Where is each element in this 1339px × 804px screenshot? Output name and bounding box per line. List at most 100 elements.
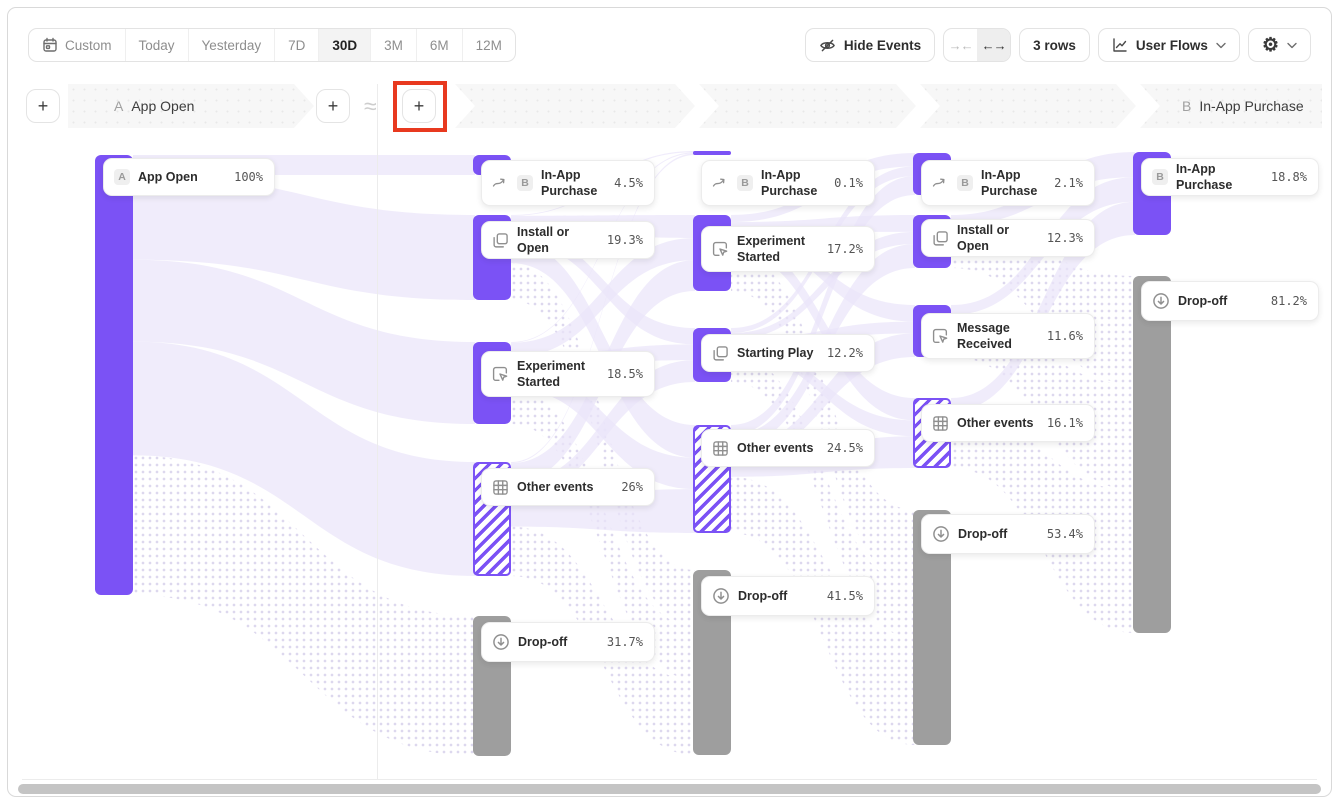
flow-node-message-received[interactable]: Message Received11.6% (921, 313, 1095, 359)
date-range-custom[interactable]: Custom (29, 29, 125, 61)
node-label: Other events (737, 440, 819, 456)
copy-icon (492, 232, 509, 249)
toolbar: CustomTodayYesterday7D30D3M6M12M Hide Ev… (28, 28, 1311, 62)
rows-button[interactable]: 3 rows (1019, 28, 1090, 62)
date-range-selector: CustomTodayYesterday7D30D3M6M12M (28, 28, 516, 62)
date-range-today[interactable]: Today (125, 29, 188, 61)
step-label: App Open (131, 98, 194, 114)
grid-icon (492, 479, 509, 496)
node-percentage: 17.2% (827, 242, 863, 256)
trend-icon (712, 175, 729, 191)
node-percentage: 81.2% (1271, 294, 1307, 308)
dropoff-icon (1152, 292, 1170, 310)
settings-button[interactable]: ⚙ (1248, 28, 1311, 62)
node-label: Experiment Started (517, 358, 599, 391)
chevron-down-icon (1287, 42, 1297, 49)
flows-chart-icon (1112, 37, 1128, 53)
step-band-end: B In-App Purchase (1140, 84, 1322, 128)
hide-events-label: Hide Events (844, 38, 921, 53)
user-flows-panel: CustomTodayYesterday7D30D3M6M12M Hide Ev… (7, 7, 1332, 797)
flow-node-drop-off[interactable]: Drop-off 41.5% (701, 576, 875, 616)
add-step-after-start-button[interactable]: + (316, 89, 350, 123)
step-badge: A (114, 98, 123, 114)
flow-node-experiment-started[interactable]: Experiment Started 17.2% (701, 226, 875, 272)
node-percentage: 4.5% (614, 176, 643, 190)
node-label: Install or Open (517, 224, 599, 257)
node-label: Install or Open (957, 222, 1039, 255)
date-range-7d[interactable]: 7D (274, 29, 318, 61)
step-band-4 (920, 84, 1136, 128)
rows-label: 3 rows (1033, 38, 1076, 53)
step-badge: B (1182, 98, 1191, 114)
date-range-12m[interactable]: 12M (462, 29, 515, 61)
hide-events-button[interactable]: Hide Events (805, 28, 935, 62)
view-label: User Flows (1136, 38, 1208, 53)
click-icon (492, 366, 509, 383)
node-label: Message Received (957, 320, 1039, 353)
flow-bar-app-open[interactable] (95, 155, 133, 595)
flow-node-drop-off[interactable]: Drop-off 31.7% (481, 622, 655, 662)
eye-off-icon (819, 37, 836, 54)
flow-node-in-app-purchase[interactable]: B In-App Purchase 0.1% (701, 160, 875, 206)
node-label: In-App Purchase (761, 167, 826, 200)
expand-columns-icon[interactable]: ←→ (977, 29, 1010, 61)
section-divider (377, 84, 378, 779)
flow-node-app-open[interactable]: AApp Open100% (103, 158, 275, 196)
flow-node-other-events[interactable]: Other events26% (481, 468, 655, 506)
flow-bar-in-app-purchase[interactable] (693, 151, 731, 155)
flow-bar-drop-off[interactable] (1133, 276, 1171, 633)
flow-node-starting-play[interactable]: Starting Play12.2% (701, 334, 875, 372)
date-range-yesterday[interactable]: Yesterday (188, 29, 275, 61)
flow-node-in-app-purchase[interactable]: BIn-App Purchase2.1% (921, 160, 1095, 206)
copy-icon (712, 345, 729, 362)
step-band-3 (699, 84, 916, 128)
flow-node-in-app-purchase[interactable]: BIn-App Purchase18.8% (1141, 158, 1319, 196)
node-label: Drop-off (738, 588, 819, 604)
date-range-30d[interactable]: 30D (318, 29, 370, 61)
flow-node-drop-off[interactable]: Drop-off81.2% (1141, 281, 1319, 321)
calendar-icon (42, 37, 58, 53)
step-letter-badge: B (737, 175, 753, 191)
flow-node-in-app-purchase[interactable]: BIn-App Purchase4.5% (481, 160, 655, 206)
date-range-6m[interactable]: 6M (416, 29, 462, 61)
trend-icon (492, 175, 509, 191)
column-width-toggle: →← ←→ (943, 28, 1011, 62)
flow-node-install-or-open[interactable]: Install or Open19.3% (481, 221, 655, 259)
trend-icon (932, 175, 949, 191)
step-letter-badge: B (957, 175, 973, 191)
copy-icon (932, 230, 949, 247)
node-label: Drop-off (518, 634, 599, 650)
date-range-3m[interactable]: 3M (370, 29, 416, 61)
flow-node-other-events[interactable]: Other events24.5% (701, 429, 875, 467)
node-percentage: 26% (621, 480, 643, 494)
node-percentage: 0.1% (834, 176, 863, 190)
grid-icon (712, 440, 729, 457)
node-label: Other events (957, 415, 1039, 431)
flow-node-other-events[interactable]: Other events 16.1% (921, 404, 1095, 442)
node-percentage: 31.7% (607, 635, 643, 649)
add-start-step-button[interactable]: + (26, 89, 60, 123)
horizontal-scrollbar[interactable] (18, 784, 1321, 794)
node-label: Drop-off (958, 526, 1039, 542)
collapse-columns-icon[interactable]: →← (944, 29, 977, 61)
view-selector[interactable]: User Flows (1098, 28, 1240, 62)
toolbar-right: Hide Events →← ←→ 3 rows User Flows ⚙ (805, 28, 1311, 62)
step-band-2 (455, 84, 695, 128)
step-label: In-App Purchase (1199, 98, 1303, 114)
chevron-down-icon (1216, 42, 1226, 49)
node-label: Experiment Started (737, 233, 819, 266)
flow-node-experiment-started[interactable]: Experiment Started 18.5% (481, 351, 655, 397)
node-label: In-App Purchase (981, 167, 1046, 200)
flow-node-drop-off[interactable]: Drop-off53.4% (921, 514, 1095, 554)
click-icon (712, 241, 729, 258)
annotation-highlight (393, 81, 447, 132)
node-percentage: 18.8% (1271, 170, 1307, 184)
node-percentage: 41.5% (827, 589, 863, 603)
dropoff-icon (492, 633, 510, 651)
node-percentage: 16.1% (1047, 416, 1083, 430)
step-band-start: A App Open (68, 84, 314, 128)
gear-icon: ⚙ (1262, 36, 1279, 55)
node-percentage: 18.5% (607, 367, 643, 381)
flow-node-install-or-open[interactable]: Install or Open12.3% (921, 219, 1095, 257)
node-label: Starting Play (737, 345, 819, 361)
